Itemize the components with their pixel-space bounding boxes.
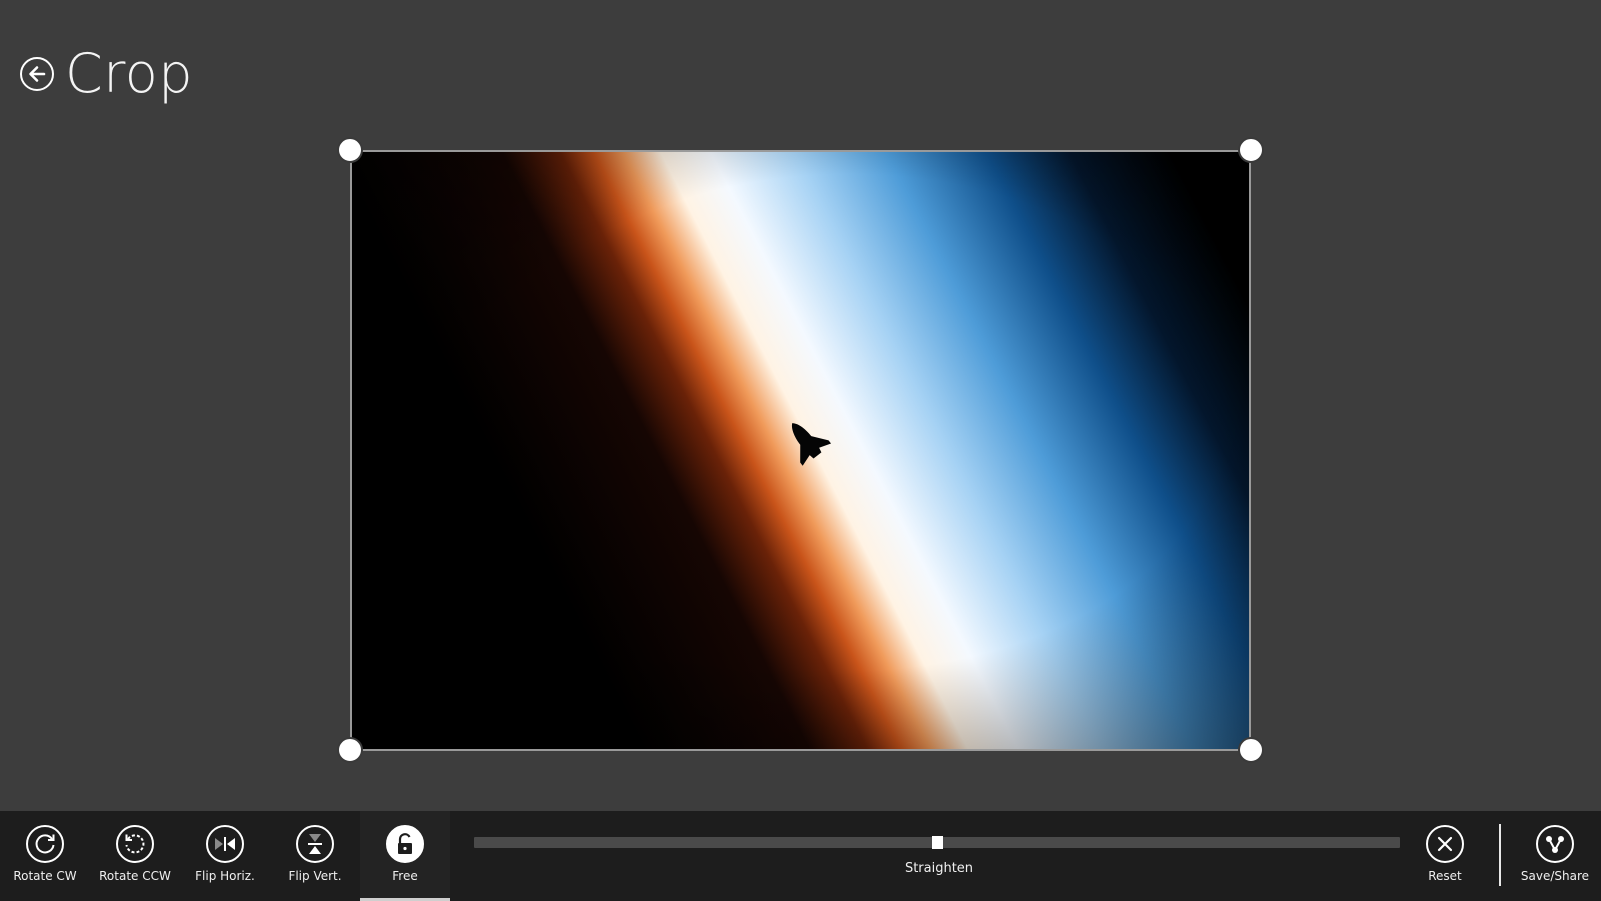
header: Crop (20, 42, 193, 106)
save-share-button[interactable]: Save/Share (1510, 811, 1600, 901)
crop-handle-bottom-left[interactable] (337, 737, 363, 763)
share-icon (1536, 825, 1574, 863)
photo-image (352, 152, 1249, 749)
back-arrow-icon (29, 66, 46, 82)
straighten-slider-thumb[interactable] (931, 836, 943, 849)
crop-frame[interactable] (350, 150, 1251, 751)
rotate-ccw-icon (116, 825, 154, 863)
flip-horizontal-icon (206, 825, 244, 863)
crop-handle-bottom-right[interactable] (1238, 737, 1264, 763)
rotate-ccw-label: Rotate CCW (99, 869, 171, 883)
reset-label: Reset (1428, 869, 1462, 883)
straighten-slider[interactable] (474, 836, 1400, 849)
reset-button[interactable]: Reset (1400, 811, 1490, 901)
rotate-ccw-button[interactable]: Rotate CCW (90, 811, 180, 901)
free-aspect-label: Free (392, 869, 418, 883)
toolbar-separator (1499, 824, 1501, 886)
flip-horizontal-button[interactable]: Flip Horiz. (180, 811, 270, 901)
flip-vertical-icon (296, 825, 334, 863)
flip-vertical-button[interactable]: Flip Vert. (270, 811, 360, 901)
unlock-icon (386, 825, 424, 863)
free-aspect-button[interactable]: Free (360, 811, 450, 901)
rotate-cw-icon (26, 825, 64, 863)
back-button[interactable] (20, 57, 54, 91)
close-icon (1426, 825, 1464, 863)
rotate-cw-button[interactable]: Rotate CW (0, 811, 90, 901)
flip-vertical-label: Flip Vert. (288, 869, 342, 883)
crop-handle-top-left[interactable] (337, 137, 363, 163)
page-title: Crop (65, 42, 194, 105)
crop-handle-top-right[interactable] (1238, 137, 1264, 163)
straighten-label: Straighten (904, 861, 974, 876)
flip-horizontal-label: Flip Horiz. (195, 869, 255, 883)
save-share-label: Save/Share (1520, 869, 1590, 883)
rotate-cw-label: Rotate CW (13, 869, 77, 883)
crop-page: Crop Rotate CW Rotate CCW Flip Horiz. Fl… (0, 0, 1601, 901)
app-bar: Rotate CW Rotate CCW Flip Horiz. Flip Ve… (0, 811, 1601, 901)
